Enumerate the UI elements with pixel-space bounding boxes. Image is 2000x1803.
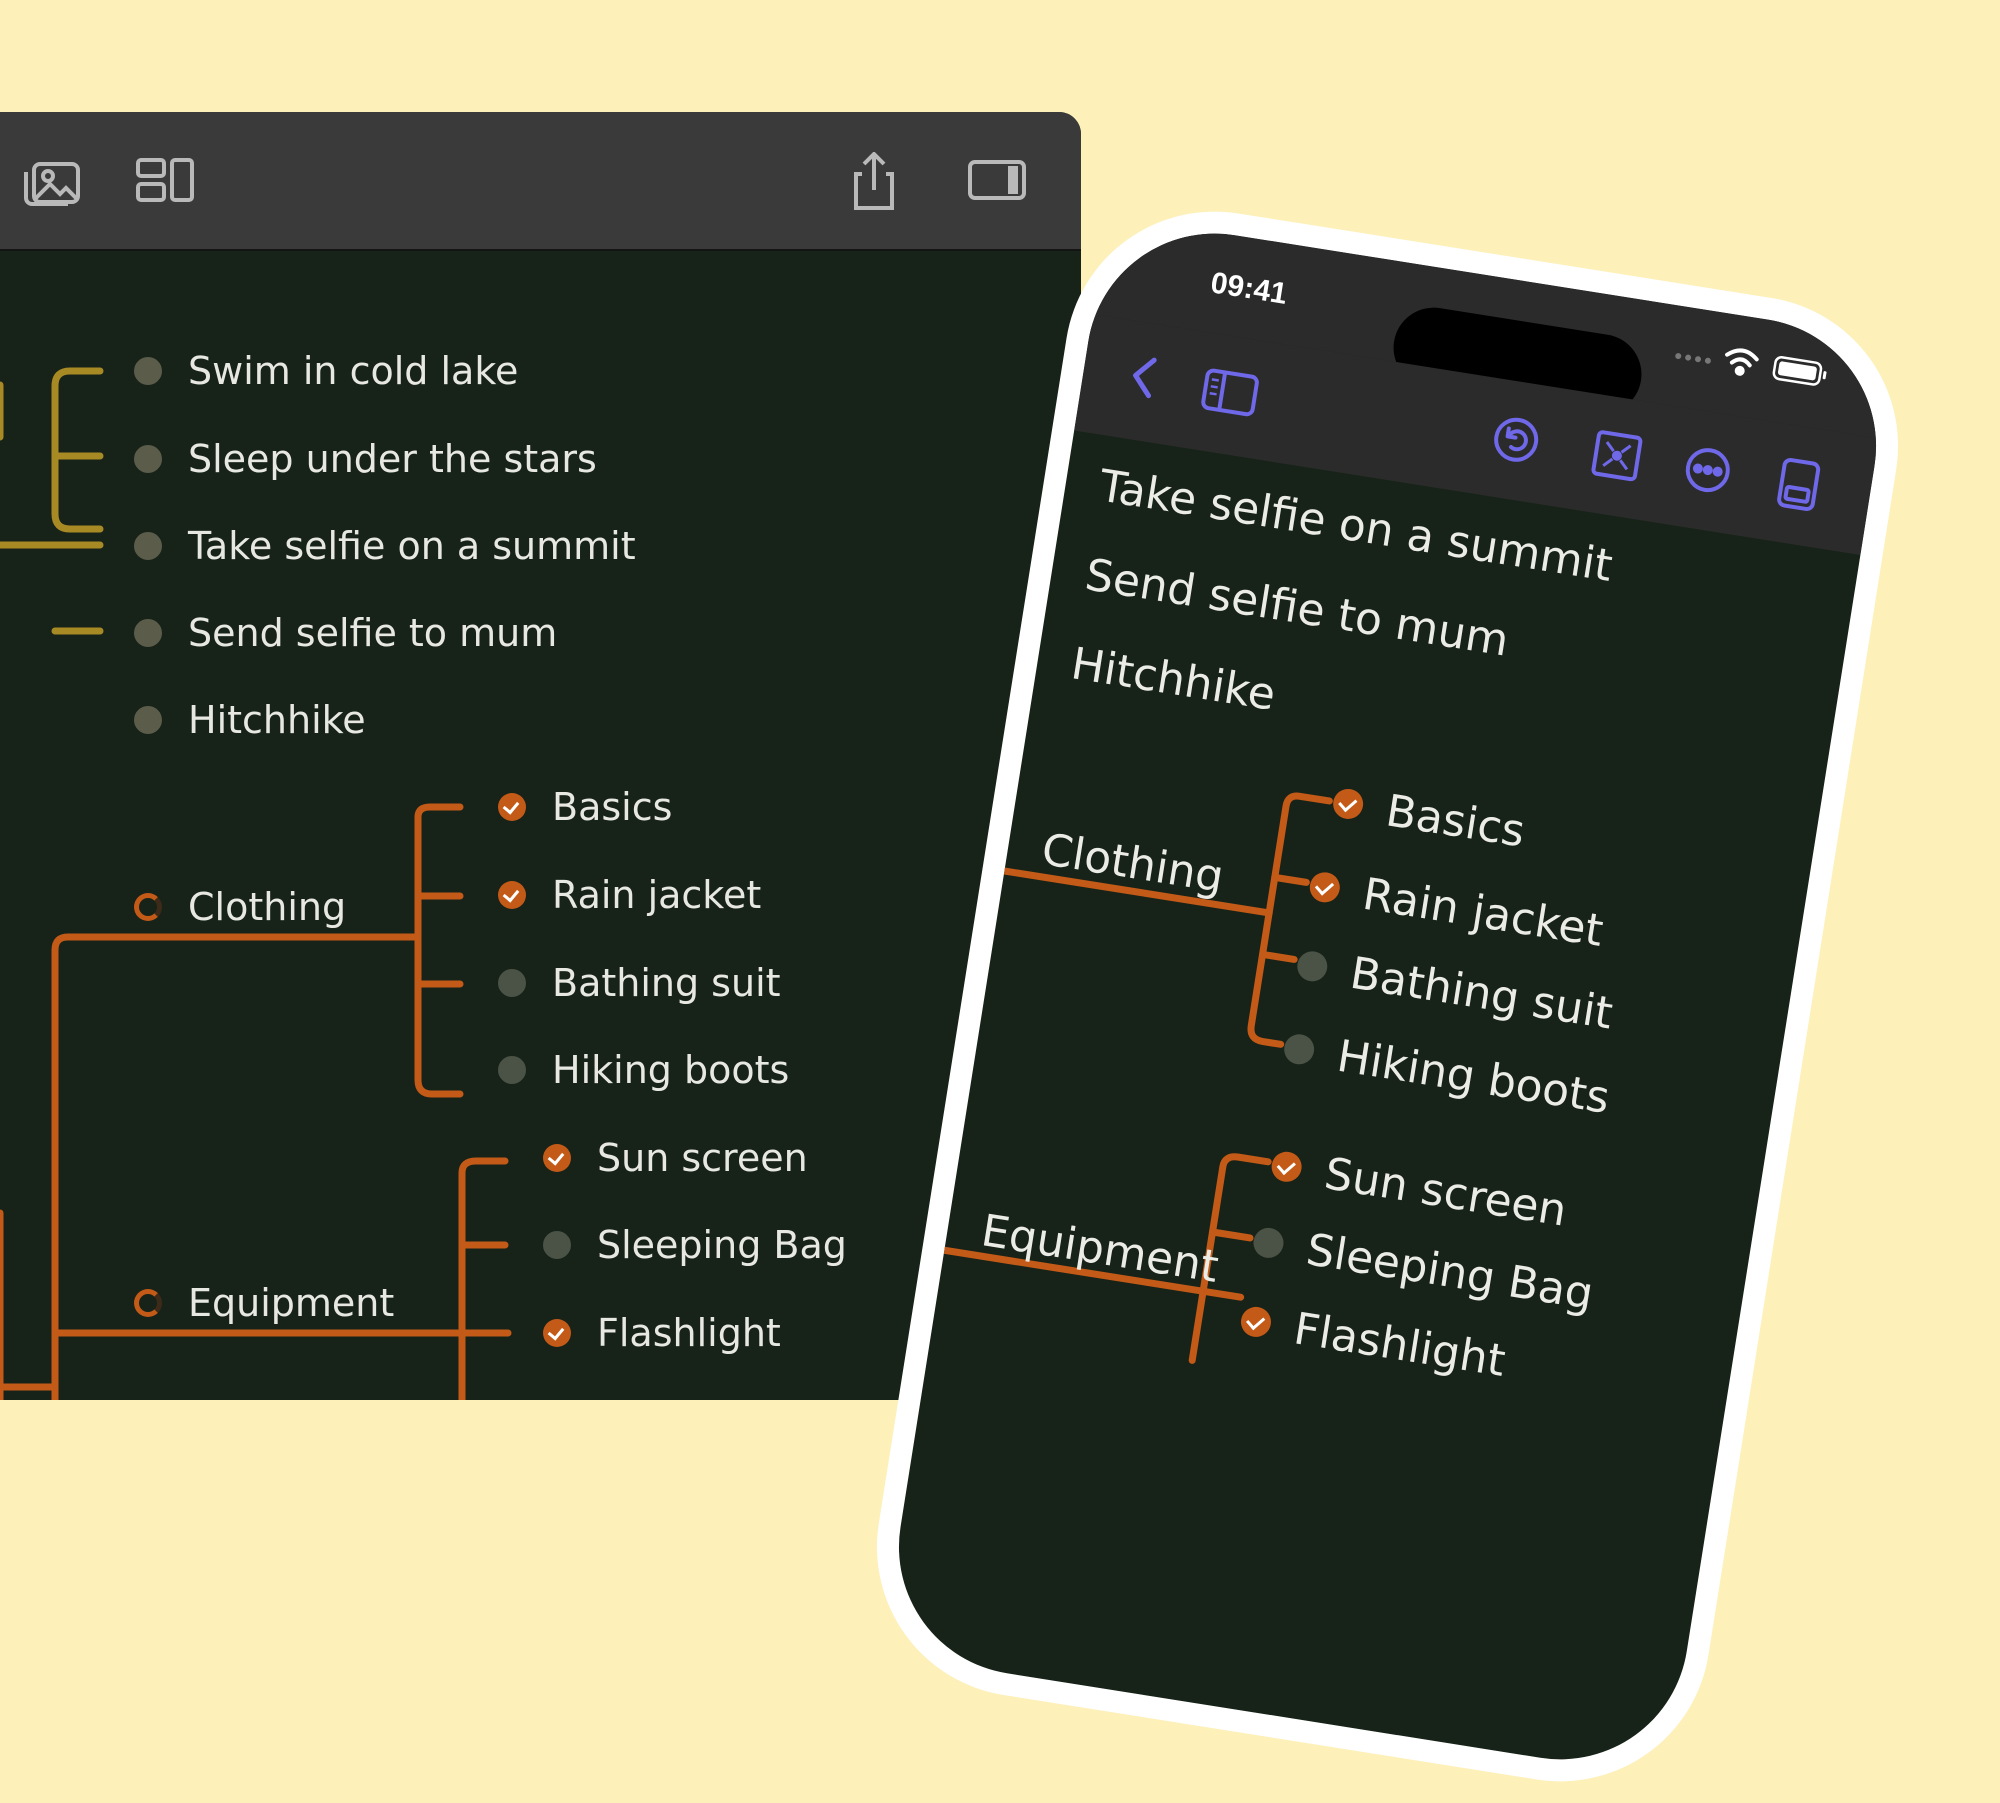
status-dot[interactable] [543, 1231, 571, 1259]
checkmark-icon[interactable] [1330, 786, 1366, 822]
node-label: Basics [552, 785, 673, 829]
checkmark-icon[interactable] [498, 793, 526, 821]
node-label: Hiking boots [552, 1048, 790, 1092]
list-item[interactable]: Hitchhike [134, 690, 366, 750]
status-dot[interactable] [134, 619, 162, 647]
checkmark-icon[interactable] [1269, 1149, 1304, 1184]
list-item[interactable]: Take selfie on a summit [134, 516, 636, 576]
focus-icon[interactable] [1589, 428, 1644, 483]
list-item[interactable]: Sleep under the stars [134, 429, 597, 489]
status-dot[interactable] [498, 1056, 526, 1084]
desktop-toolbar [0, 112, 1081, 251]
clothing-node[interactable]: Clothing [134, 877, 346, 937]
node-label: Bathing suit [552, 961, 781, 1005]
status-dot[interactable] [134, 445, 162, 473]
status-dot[interactable] [1295, 949, 1330, 984]
sidebar-icon[interactable] [1199, 366, 1261, 418]
node-label: Hitchhike [188, 698, 366, 742]
battery-icon [1771, 353, 1831, 389]
node-label: Equipment [188, 1281, 395, 1325]
node-label: Sun screen [597, 1136, 808, 1180]
photo-library-icon[interactable] [20, 152, 84, 210]
checkmark-icon[interactable] [1238, 1304, 1274, 1340]
share-icon[interactable] [842, 151, 906, 210]
node-label: Take selfie on a summit [188, 524, 636, 568]
checkmark-icon[interactable] [543, 1144, 571, 1172]
status-dot[interactable] [1281, 1032, 1317, 1067]
undo-icon[interactable] [1489, 412, 1544, 467]
panel-icon[interactable] [1775, 456, 1823, 514]
list-item[interactable]: Send selfie to mum [134, 603, 557, 663]
signal-icon [1672, 345, 1715, 371]
checkmark-icon[interactable] [1307, 870, 1342, 905]
status-dot[interactable] [134, 532, 162, 560]
node-label: Sleep under the stars [188, 437, 597, 481]
checkmark-icon[interactable] [498, 881, 526, 909]
list-item[interactable]: Hiking boots [498, 1040, 789, 1100]
equipment-node[interactable]: Equipment [134, 1273, 394, 1333]
status-dot[interactable] [134, 706, 162, 734]
list-item[interactable]: Swim in cold lake [134, 341, 518, 401]
mindmap-canvas: Swim in cold lake Sleep under the stars … [0, 251, 1081, 1400]
desktop-window: Swim in cold lake Sleep under the stars … [0, 112, 1081, 1400]
progress-ring-icon [134, 893, 162, 921]
more-icon[interactable] [1680, 443, 1735, 498]
node-label: Rain jacket [552, 873, 762, 917]
status-time: 09:41 [1208, 266, 1290, 311]
sidebar-toggle-icon[interactable] [966, 152, 1030, 210]
progress-ring-icon [134, 1289, 162, 1317]
list-item[interactable]: Sleeping Bag [543, 1215, 847, 1275]
node-label: Swim in cold lake [188, 349, 519, 393]
status-dot[interactable] [498, 969, 526, 997]
list-item[interactable]: Basics [498, 777, 672, 837]
list-item[interactable]: Bathing suit [498, 953, 781, 1013]
list-item[interactable]: Sun screen [543, 1128, 808, 1188]
list-item[interactable]: Rain jacket [498, 865, 761, 925]
node-label: Flashlight [597, 1311, 781, 1355]
wifi-icon [1721, 343, 1761, 378]
node-label: Clothing [188, 885, 347, 929]
back-chevron-icon[interactable] [1124, 350, 1161, 402]
node-label: Send selfie to mum [188, 611, 558, 655]
status-dot[interactable] [134, 357, 162, 385]
node-label: Sleeping Bag [597, 1223, 847, 1267]
layout-icon[interactable] [134, 152, 198, 210]
checkmark-icon[interactable] [543, 1319, 571, 1347]
list-item[interactable]: Flashlight [543, 1303, 781, 1363]
status-dot[interactable] [1251, 1225, 1286, 1261]
